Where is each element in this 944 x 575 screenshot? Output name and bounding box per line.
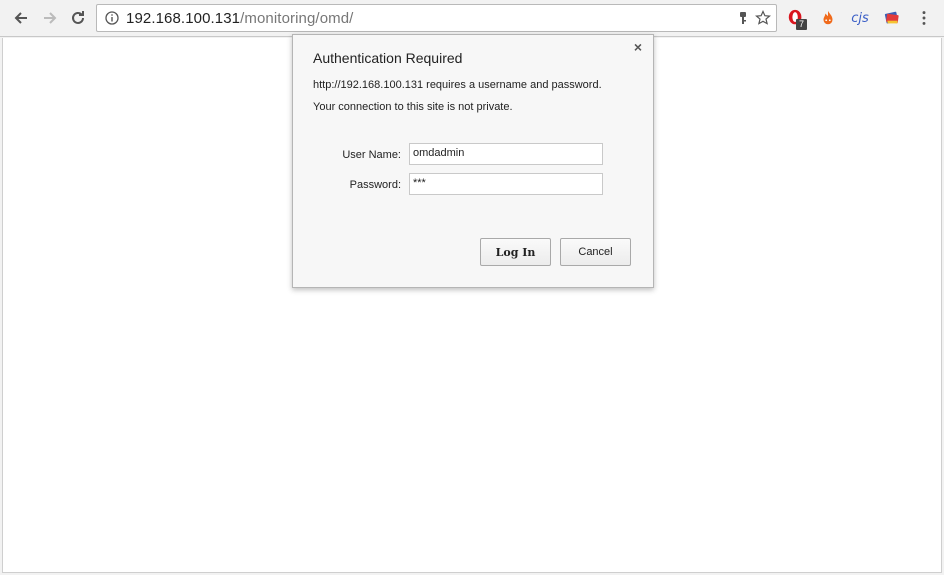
arrow-left-icon bbox=[14, 12, 27, 24]
auth-dialog: × Authentication Required http://192.168… bbox=[292, 34, 654, 288]
opera-extension-button[interactable]: 7 bbox=[786, 8, 807, 30]
key-icon[interactable] bbox=[735, 10, 751, 26]
browser-toolbar: 192.168.100.131/monitoring/omd/ 7 cjs bbox=[0, 0, 944, 37]
book-extension-icon bbox=[884, 11, 899, 24]
menu-button[interactable] bbox=[914, 8, 934, 28]
fire-extension-icon bbox=[823, 10, 833, 25]
back-button[interactable] bbox=[9, 6, 33, 30]
cjs-extension-button[interactable]: cjs bbox=[850, 8, 870, 28]
arrow-right-icon bbox=[44, 12, 57, 24]
reload-button[interactable] bbox=[66, 6, 90, 30]
password-field[interactable]: *** bbox=[409, 173, 603, 195]
dialog-title: Authentication Required bbox=[313, 50, 463, 66]
cjs-extension-icon: cjs bbox=[851, 10, 869, 26]
url-text: 192.168.100.131/monitoring/omd/ bbox=[126, 10, 353, 27]
fire-extension-button[interactable] bbox=[818, 8, 838, 28]
url-host: 192.168.100.131 bbox=[126, 10, 241, 27]
reload-icon bbox=[72, 11, 84, 24]
address-bar[interactable]: 192.168.100.131/monitoring/omd/ bbox=[96, 4, 777, 32]
cancel-button[interactable]: Cancel bbox=[560, 238, 631, 266]
info-icon[interactable] bbox=[105, 11, 119, 25]
kebab-menu-icon bbox=[922, 11, 926, 25]
forward-button[interactable] bbox=[38, 6, 62, 30]
close-icon[interactable]: × bbox=[631, 40, 645, 54]
book-extension-button[interactable] bbox=[882, 8, 902, 28]
extension-badge: 7 bbox=[796, 19, 807, 30]
password-label: Password: bbox=[349, 179, 401, 191]
star-icon[interactable] bbox=[755, 10, 771, 26]
login-button[interactable]: Log In bbox=[480, 238, 551, 266]
dialog-warning: Your connection to this site is not priv… bbox=[313, 101, 513, 113]
username-field[interactable]: omdadmin bbox=[409, 143, 603, 165]
dialog-message: http://192.168.100.131 requires a userna… bbox=[313, 79, 602, 91]
username-label: User Name: bbox=[342, 149, 401, 161]
url-path: /monitoring/omd/ bbox=[240, 10, 354, 27]
